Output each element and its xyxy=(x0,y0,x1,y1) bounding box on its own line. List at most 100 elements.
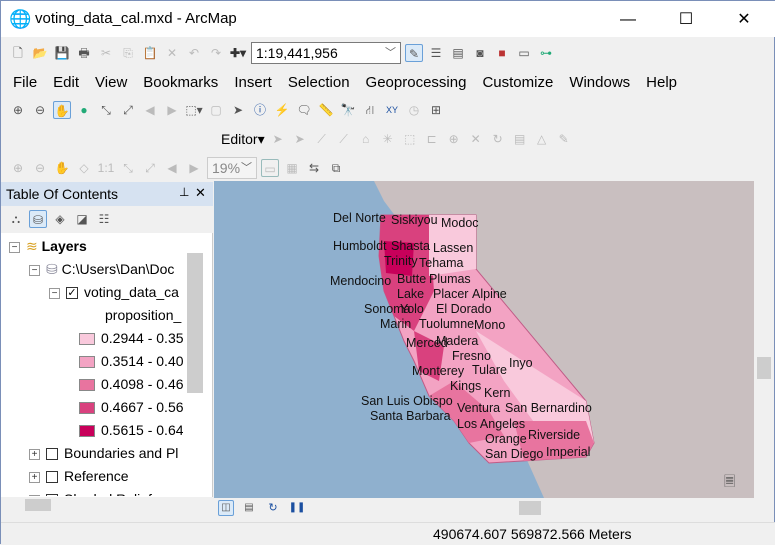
expand-icon[interactable]: + xyxy=(29,448,40,460)
layer-voting-data[interactable]: − ✓ voting_data_ca xyxy=(49,281,179,303)
editor-menu[interactable]: Editor▾ xyxy=(221,131,265,148)
collapse-icon[interactable]: − xyxy=(49,287,60,299)
visibility-checkbox[interactable] xyxy=(46,471,58,484)
edit-tool-icon[interactable]: ➤ xyxy=(269,130,287,148)
toc-vertical-scrollbar[interactable] xyxy=(183,233,205,497)
zoom-100-icon[interactable]: 1:1 xyxy=(97,159,115,177)
split-icon[interactable]: ⊕ xyxy=(445,130,463,148)
layout-back-icon[interactable]: ◀ xyxy=(163,159,181,177)
refresh-icon[interactable]: ↻ xyxy=(264,499,282,517)
legend-class[interactable]: 0.3514 - 0.40 xyxy=(79,350,184,372)
python-icon[interactable]: ▭ xyxy=(515,44,533,62)
forward-icon[interactable]: ▶ xyxy=(163,101,181,119)
toc-horizontal-scrollbar[interactable] xyxy=(1,497,205,513)
menu-selection[interactable]: Selection xyxy=(280,71,358,95)
select-elements-icon[interactable]: ➤ xyxy=(229,101,247,119)
data-driven-pages-icon[interactable]: ⧉ xyxy=(327,159,345,177)
scale-combo[interactable]: 1:19,441,956 ﹀ xyxy=(251,42,401,64)
back-icon[interactable]: ◀ xyxy=(141,101,159,119)
options-icon[interactable]: ☷ xyxy=(95,210,113,228)
time-slider-icon[interactable]: ◷ xyxy=(405,101,423,119)
legend-class[interactable]: 0.4667 - 0.56 xyxy=(79,396,184,418)
source-folder[interactable]: − ⛁ C:\Users\Dan\Doc xyxy=(29,258,174,280)
straight-segment-icon[interactable]: ⟋ xyxy=(313,130,331,148)
collapse-icon[interactable]: − xyxy=(29,264,40,276)
identify-icon[interactable]: ⓘ xyxy=(251,101,269,119)
cut-polygons-icon[interactable]: ✕ xyxy=(467,130,485,148)
layers-frame[interactable]: − ≋ Layers xyxy=(9,235,87,257)
list-by-selection-icon[interactable]: ◪ xyxy=(73,210,91,228)
point-icon[interactable]: ✳ xyxy=(379,130,397,148)
layout-zoom-combo[interactable]: 19% ﹀ xyxy=(207,157,257,179)
layout-fixed-zoom-out-icon[interactable]: ⤢ xyxy=(141,159,159,177)
copy-icon[interactable]: ⎘ xyxy=(119,44,137,62)
scrollbar-thumb[interactable] xyxy=(757,357,771,379)
save-icon[interactable]: 💾 xyxy=(53,44,71,62)
go-to-xy-icon[interactable]: XY xyxy=(383,101,401,119)
edit-vertices-icon[interactable]: ⬚ xyxy=(401,130,419,148)
add-data-icon[interactable]: ✚▾ xyxy=(229,44,247,62)
find-route-icon[interactable]: ⛙ xyxy=(361,101,379,119)
layout-view-icon[interactable]: ▤ xyxy=(240,499,258,517)
editor-toolbar-icon[interactable]: ✎ xyxy=(405,44,423,62)
full-extent-icon[interactable]: ● xyxy=(75,101,93,119)
focus-data-frame-icon[interactable]: ▦ xyxy=(283,159,301,177)
trace-icon[interactable]: ⌂ xyxy=(357,130,375,148)
delete-icon[interactable]: ✕ xyxy=(163,44,181,62)
map-view[interactable]: Del Norte Siskiyou Modoc Humboldt Shasta Lass… xyxy=(214,181,754,498)
group-reference[interactable]: + Reference xyxy=(29,465,129,487)
visibility-checkbox[interactable]: ✓ xyxy=(66,287,78,300)
layout-fixed-zoom-in-icon[interactable]: ⤡ xyxy=(119,159,137,177)
arctoolbox-icon[interactable]: ■ xyxy=(493,44,511,62)
menu-geoprocessing[interactable]: Geoprocessing xyxy=(358,71,475,95)
reshape-icon[interactable]: ⊏ xyxy=(423,130,441,148)
menu-insert[interactable]: Insert xyxy=(226,71,280,95)
legend-class[interactable]: 0.2944 - 0.35 xyxy=(79,327,184,349)
menu-file[interactable]: File xyxy=(5,71,45,95)
minimize-button[interactable]: — xyxy=(605,7,651,33)
attributes-icon[interactable]: ▤ xyxy=(511,130,529,148)
catalog-icon[interactable]: ▤ xyxy=(449,44,467,62)
edit-annotation-icon[interactable]: ➤ xyxy=(291,130,309,148)
new-icon[interactable]: 🗋 xyxy=(9,44,27,62)
menu-edit[interactable]: Edit xyxy=(45,71,87,95)
model-builder-icon[interactable]: ⊶ xyxy=(537,44,555,62)
fixed-zoom-out-icon[interactable]: ⤢ xyxy=(119,101,137,119)
create-features-icon[interactable]: ✎ xyxy=(555,130,573,148)
select-features-icon[interactable]: ⬚▾ xyxy=(185,101,203,119)
menu-customize[interactable]: Customize xyxy=(474,71,561,95)
toggle-draft-icon[interactable]: ▭ xyxy=(261,159,279,177)
pause-icon[interactable]: ❚❚ xyxy=(288,499,306,517)
close-button[interactable]: ✕ xyxy=(721,7,767,33)
list-by-drawing-order-icon[interactable]: ⛬ xyxy=(7,210,25,228)
list-by-source-icon[interactable]: ⛁ xyxy=(29,210,47,228)
table-of-contents-icon[interactable]: ☰ xyxy=(427,44,445,62)
undo-icon[interactable]: ↶ xyxy=(185,44,203,62)
open-icon[interactable]: 📂 xyxy=(31,44,49,62)
legend-class[interactable]: 0.4098 - 0.46 xyxy=(79,373,184,395)
sketch-properties-icon[interactable]: △ xyxy=(533,130,551,148)
pan-icon[interactable]: ✋ xyxy=(53,101,71,119)
page-icon[interactable]: 🗏 xyxy=(724,471,735,495)
zoom-in-icon[interactable]: ⊕ xyxy=(9,101,27,119)
data-view-icon[interactable]: ◫ xyxy=(218,500,234,516)
endpoint-arc-icon[interactable]: ⟋ xyxy=(335,130,353,148)
zoom-out-icon[interactable]: ⊖ xyxy=(31,101,49,119)
scrollbar-thumb[interactable] xyxy=(25,499,51,511)
paste-icon[interactable]: 📋 xyxy=(141,44,159,62)
map-vertical-scrollbar[interactable] xyxy=(754,181,774,498)
menu-bookmarks[interactable]: Bookmarks xyxy=(135,71,226,95)
visibility-checkbox[interactable] xyxy=(46,448,58,461)
rotate-icon[interactable]: ↻ xyxy=(489,130,507,148)
collapse-icon[interactable]: − xyxy=(9,241,20,253)
cut-icon[interactable]: ✂ xyxy=(97,44,115,62)
toc-close-button[interactable]: ✕ xyxy=(195,185,206,201)
magnifier-icon[interactable]: ⊞ xyxy=(427,101,445,119)
clear-selection-icon[interactable]: ▢ xyxy=(207,101,225,119)
layout-zoom-in-icon[interactable]: ⊕ xyxy=(9,159,27,177)
scrollbar-thumb[interactable] xyxy=(187,253,203,393)
group-boundaries[interactable]: + Boundaries and Pl xyxy=(29,442,178,464)
layout-forward-icon[interactable]: ▶ xyxy=(185,159,203,177)
list-by-visibility-icon[interactable]: ◈ xyxy=(51,210,69,228)
pin-icon[interactable]: ⊥ xyxy=(179,185,189,199)
